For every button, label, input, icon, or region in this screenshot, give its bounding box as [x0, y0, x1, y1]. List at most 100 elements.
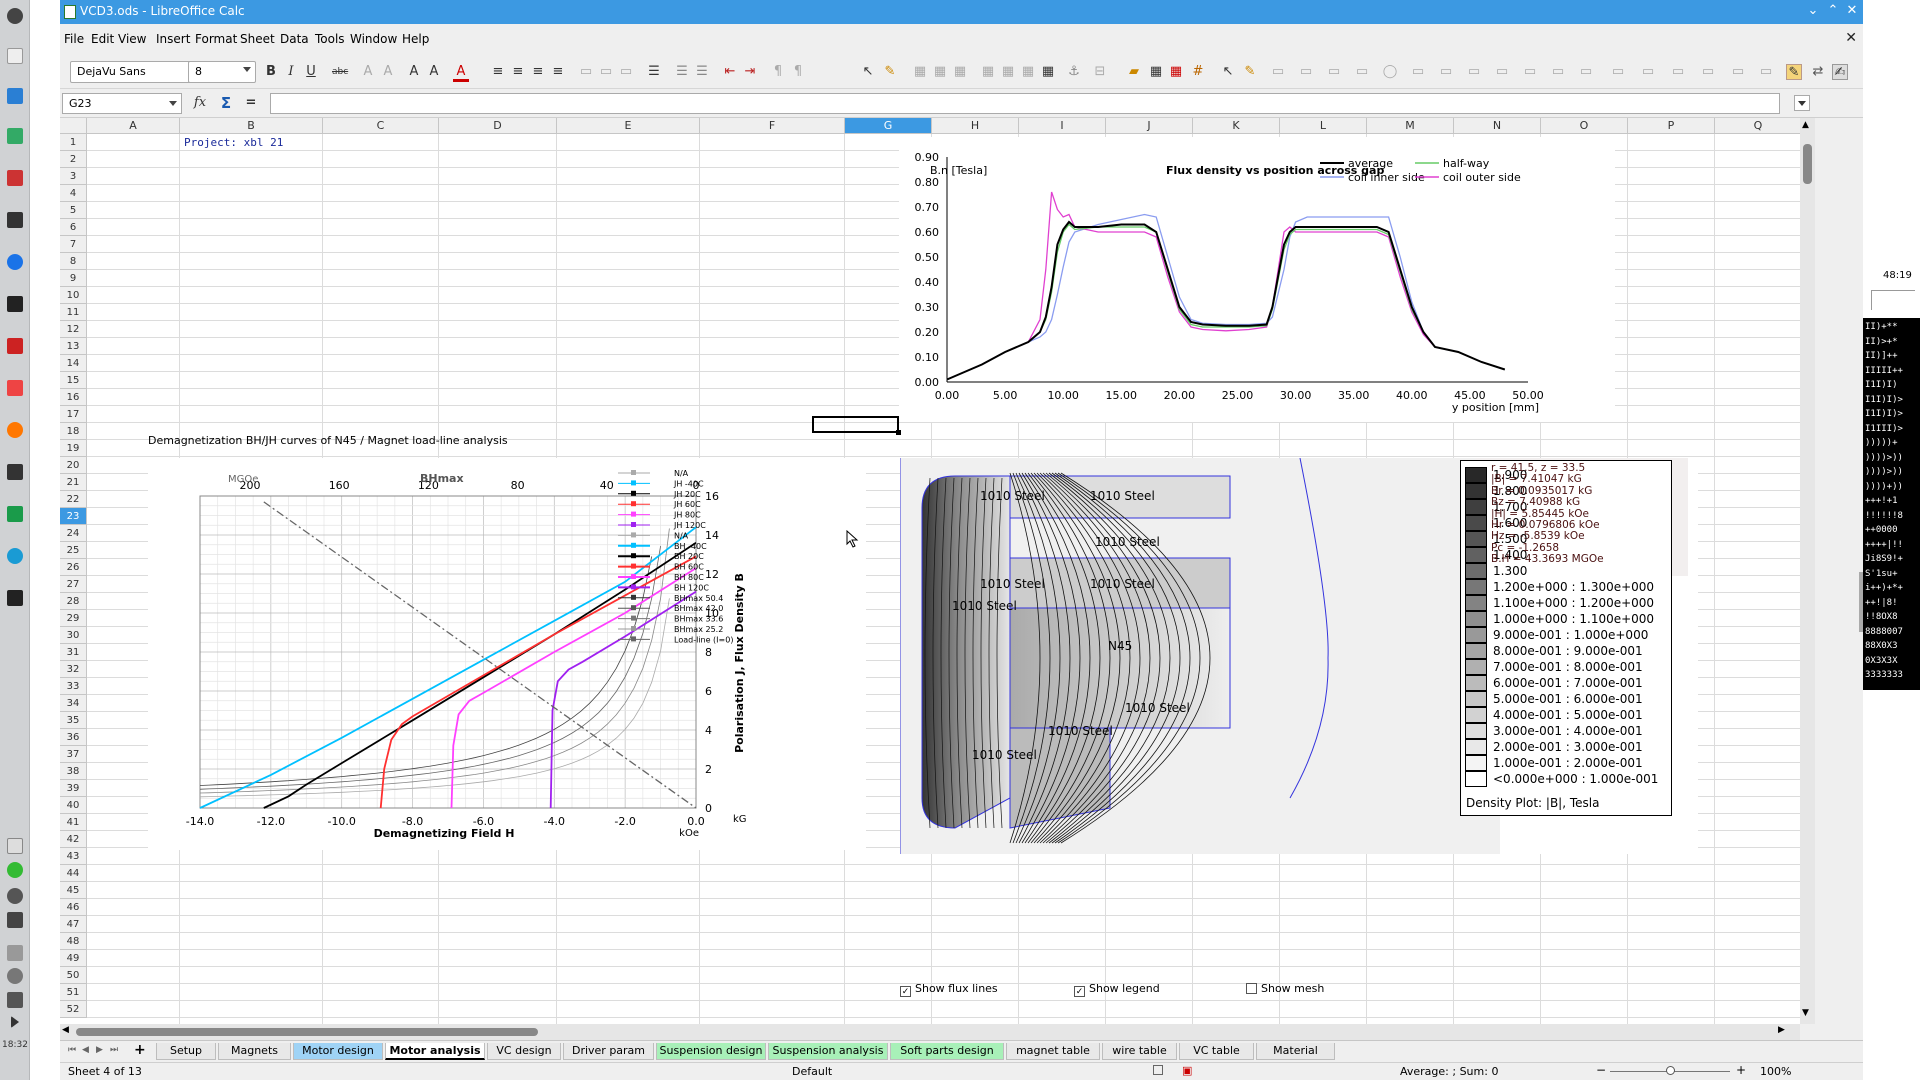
expand-formula-bar-icon[interactable] [1794, 95, 1810, 111]
tool-icon[interactable] [7, 296, 23, 312]
menu-file[interactable]: File [64, 32, 84, 46]
row-header-1[interactable]: 1 [60, 134, 87, 151]
anchor-icon[interactable]: ⚓ [1066, 64, 1082, 80]
row-header-9[interactable]: 9 [60, 270, 87, 287]
wrap-icon[interactable]: ▦ [912, 64, 928, 80]
toggle-extrusion-icon[interactable]: ✎ [1786, 64, 1802, 80]
vertical-scrollbar[interactable]: ▲ ▼ [1800, 118, 1815, 1024]
cell-b24-caption[interactable]: Demagnetization BH/JH curves of N45 / Ma… [148, 434, 508, 447]
row-header-21[interactable]: 21 [60, 474, 87, 491]
align-right-icon[interactable]: ≡ [530, 64, 546, 80]
menu-insert[interactable]: Insert [156, 32, 190, 46]
row-header-35[interactable]: 35 [60, 712, 87, 729]
grid-icon[interactable]: ▦ [1148, 64, 1164, 80]
scroll-down-icon[interactable]: ▼ [1802, 1008, 1809, 1018]
fontwork-icon[interactable]: ⇄ [1810, 64, 1826, 80]
row-header-52[interactable]: 52 [60, 1001, 87, 1018]
horizontal-scrollbar[interactable]: ◀ ▶ [60, 1024, 1800, 1040]
row-header-50[interactable]: 50 [60, 967, 87, 984]
menu-view[interactable]: View [118, 32, 146, 46]
show-mesh-checkbox[interactable]: Show mesh [1246, 982, 1324, 995]
shape-10-icon[interactable]: ▭ [1522, 64, 1538, 80]
row-header-37[interactable]: 37 [60, 746, 87, 763]
increase-spacing-icon[interactable]: ☰ [674, 64, 690, 80]
shape-1-icon[interactable]: ▭ [1270, 64, 1286, 80]
row-header-26[interactable]: 26 [60, 559, 87, 576]
name-box[interactable]: G23 [62, 93, 182, 114]
formula-input[interactable] [270, 93, 1780, 114]
close-icon[interactable]: ✕ [1844, 3, 1860, 18]
first-sheet-icon[interactable]: ⏮ [68, 1045, 76, 1055]
chrome-icon[interactable] [7, 254, 23, 270]
formula-icon[interactable]: = [243, 95, 259, 111]
select-all-corner[interactable] [60, 118, 87, 134]
row-header-29[interactable]: 29 [60, 610, 87, 627]
clipboard-icon[interactable] [7, 945, 23, 961]
sheet-tab-magnet-table[interactable]: magnet table [1006, 1043, 1100, 1060]
superscript-icon[interactable]: A [360, 64, 376, 80]
menu-window[interactable]: Window [350, 32, 397, 46]
scroll-left-icon[interactable]: ◀ [62, 1025, 69, 1035]
edit-points-icon[interactable]: ✎ [882, 64, 898, 80]
row-header-41[interactable]: 41 [60, 814, 87, 831]
row-header-38[interactable]: 38 [60, 763, 87, 780]
wrap-through-icon[interactable]: ▦ [1040, 64, 1056, 80]
wrap-off-icon[interactable]: ▦ [932, 64, 948, 80]
row-header-3[interactable]: 3 [60, 168, 87, 185]
paragraph-ltr-icon[interactable]: ¶ [770, 64, 786, 80]
column-header-k[interactable]: K [1193, 118, 1280, 134]
row-header-6[interactable]: 6 [60, 219, 87, 236]
cell-b1-project[interactable]: Project: xbl 21 [184, 136, 283, 149]
column-header-o[interactable]: O [1541, 118, 1628, 134]
row-header-36[interactable]: 36 [60, 729, 87, 746]
calc-icon[interactable] [7, 506, 23, 522]
row-header-27[interactable]: 27 [60, 576, 87, 593]
font-size-box[interactable]: 8 [188, 61, 256, 83]
bold-icon[interactable]: B [263, 64, 279, 80]
font-color-icon[interactable]: A [453, 64, 469, 82]
shape-18-icon[interactable]: ▭ [1758, 64, 1774, 80]
row-header-43[interactable]: 43 [60, 848, 87, 865]
screen-icon[interactable] [7, 838, 23, 854]
spreadsheet-grid[interactable]: ABCDEFGHIJKLMNOPQ 1 2 3 4 5 6 7 8 9 10 11 12 13 14 15 1… [60, 118, 1802, 1024]
vertical-scroll-thumb[interactable] [1803, 144, 1812, 184]
last-sheet-icon[interactable]: ⏭ [110, 1045, 118, 1055]
row-header-15[interactable]: 15 [60, 372, 87, 389]
helplines-icon[interactable]: # [1190, 64, 1206, 80]
row-header-45[interactable]: 45 [60, 882, 87, 899]
menu-tools[interactable]: Tools [315, 32, 345, 46]
sheet-tab-setup[interactable]: Setup [156, 1043, 216, 1060]
italic-icon[interactable]: I [283, 64, 299, 80]
row-header-40[interactable]: 40 [60, 797, 87, 814]
menu-help[interactable]: Help [402, 32, 429, 46]
add-sheet-icon[interactable]: + [134, 1042, 146, 1058]
row-header-30[interactable]: 30 [60, 627, 87, 644]
column-header-p[interactable]: P [1628, 118, 1715, 134]
outline-icon[interactable]: A [426, 64, 442, 80]
row-header-23[interactable]: 23 [60, 508, 87, 525]
row-header-16[interactable]: 16 [60, 389, 87, 406]
row-header-25[interactable]: 25 [60, 542, 87, 559]
row-header-20[interactable]: 20 [60, 457, 87, 474]
font-name-box[interactable]: DejaVu Sans [70, 61, 206, 83]
shape-16-icon[interactable]: ▭ [1700, 64, 1716, 80]
flux-density-chart[interactable]: 0.00 5.00 10.00 15.00 20.00 25.00 30.00 35.00 40… [899, 137, 1615, 422]
shape-13-icon[interactable]: ▭ [1610, 64, 1626, 80]
row-header-13[interactable]: 13 [60, 338, 87, 355]
selection-mode-icon[interactable] [1153, 1065, 1163, 1075]
row-header-11[interactable]: 11 [60, 304, 87, 321]
row-header-4[interactable]: 4 [60, 185, 87, 202]
strikethrough-icon[interactable]: abc [332, 64, 348, 80]
column-header-q[interactable]: Q [1715, 118, 1802, 134]
start-menu-icon[interactable] [7, 8, 23, 24]
close-document-icon[interactable]: ✕ [1845, 30, 1857, 46]
column-header-j[interactable]: J [1106, 118, 1193, 134]
row-header-47[interactable]: 47 [60, 916, 87, 933]
align-bottom-icon[interactable]: ▭ [618, 64, 634, 80]
shape-4-icon[interactable]: ▭ [1354, 64, 1370, 80]
row-header-39[interactable]: 39 [60, 780, 87, 797]
network-icon[interactable] [7, 888, 23, 904]
sheet-tab-motor-design[interactable]: Motor design [293, 1043, 383, 1060]
chevron-down-icon[interactable] [243, 67, 251, 72]
power-icon[interactable] [7, 968, 23, 984]
